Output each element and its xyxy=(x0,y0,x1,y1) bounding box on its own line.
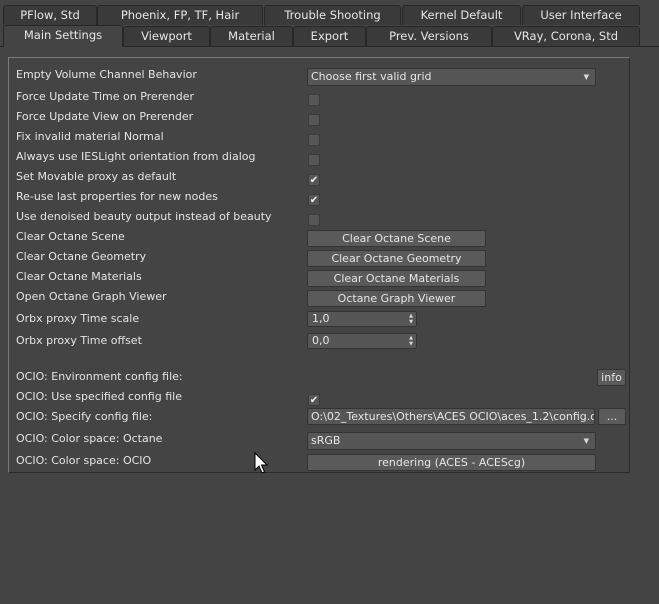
time-scale-value: 1,0 xyxy=(312,312,330,325)
tab-export[interactable]: Export xyxy=(293,26,366,46)
empty-volume-value: Choose first valid grid xyxy=(311,70,432,83)
reuse-props-checkbox[interactable]: ✔ xyxy=(308,194,320,206)
ies-light-checkbox[interactable] xyxy=(308,154,320,166)
force-update-time-checkbox[interactable] xyxy=(308,94,320,106)
chevron-down-icon: ▼ xyxy=(583,437,589,445)
tab-pflow-std[interactable]: PFlow, Std xyxy=(3,5,97,25)
time-scale-spinner[interactable]: 1,0 ▲ ▼ xyxy=(307,311,417,327)
ocio-specify-config-label: OCIO: Specify config file: xyxy=(16,410,153,423)
clear-geometry-button[interactable]: Clear Octane Geometry xyxy=(307,250,486,267)
tab-kernel-default[interactable]: Kernel Default xyxy=(402,5,521,25)
force-update-view-checkbox[interactable] xyxy=(308,114,320,126)
denoised-checkbox[interactable] xyxy=(308,214,320,226)
ocio-info-button[interactable]: info xyxy=(597,369,626,386)
fix-normal-label: Fix invalid material Normal xyxy=(16,130,164,143)
time-offset-label: Orbx proxy Time offset xyxy=(16,334,142,347)
clear-scene-button[interactable]: Clear Octane Scene xyxy=(307,230,486,247)
tab-vray-corona-std[interactable]: VRay, Corona, Std xyxy=(492,26,640,46)
tab-prev-versions[interactable]: Prev. Versions xyxy=(366,26,492,46)
time-offset-value: 0,0 xyxy=(312,334,330,347)
tab-trouble-shooting[interactable]: Trouble Shooting xyxy=(264,5,401,25)
denoised-label: Use denoised beauty output instead of be… xyxy=(16,210,272,223)
ocio-env-config-label: OCIO: Environment config file: xyxy=(16,370,183,383)
fix-normal-checkbox[interactable] xyxy=(308,134,320,146)
ocio-use-specified-checkbox[interactable]: ✔ xyxy=(308,394,320,406)
tab-user-interface[interactable]: User Interface xyxy=(522,5,640,25)
checkmark-icon: ✔ xyxy=(309,175,319,186)
force-update-time-label: Force Update Time on Prerender xyxy=(16,90,194,103)
checkmark-icon: ✔ xyxy=(309,395,319,406)
spinner-arrows-icon[interactable]: ▲ ▼ xyxy=(408,313,414,325)
ocio-color-octane-value: sRGB xyxy=(311,434,341,447)
tab-viewport[interactable]: Viewport xyxy=(123,26,210,46)
movable-proxy-label: Set Movable proxy as default xyxy=(16,170,177,183)
time-scale-label: Orbx proxy Time scale xyxy=(16,312,140,325)
checkmark-icon: ✔ xyxy=(309,195,319,206)
clear-materials-button[interactable]: Clear Octane Materials xyxy=(307,270,486,287)
empty-volume-dropdown[interactable]: Choose first valid grid ▼ xyxy=(307,68,596,86)
ocio-color-ocio-button[interactable]: rendering (ACES - ACEScg) xyxy=(307,454,596,471)
reuse-props-label: Re-use last properties for new nodes xyxy=(16,190,218,203)
mouse-pointer-icon xyxy=(254,452,268,474)
clear-geometry-label: Clear Octane Geometry xyxy=(16,250,147,263)
clear-materials-label: Clear Octane Materials xyxy=(16,270,142,283)
movable-proxy-checkbox[interactable]: ✔ xyxy=(308,174,320,186)
ocio-color-octane-label: OCIO: Color space: Octane xyxy=(16,432,163,445)
ocio-config-path-field[interactable]: O:\02_Textures\Others\ACES OCIO\aces_1.2… xyxy=(307,408,595,425)
graph-viewer-button[interactable]: Octane Graph Viewer xyxy=(307,290,486,307)
spinner-arrows-icon[interactable]: ▲ ▼ xyxy=(408,335,414,347)
ocio-use-specified-label: OCIO: Use specified config file xyxy=(16,390,182,403)
time-offset-spinner[interactable]: 0,0 ▲ ▼ xyxy=(307,333,417,349)
clear-scene-label: Clear Octane Scene xyxy=(16,230,125,243)
chevron-down-icon: ▼ xyxy=(583,73,589,81)
tab-main-settings[interactable]: Main Settings xyxy=(3,25,123,47)
tab-material[interactable]: Material xyxy=(210,26,293,46)
tab-phoenix[interactable]: Phoenix, FP, TF, Hair xyxy=(97,5,263,25)
ocio-browse-button[interactable]: ... xyxy=(598,408,626,425)
empty-volume-label: Empty Volume Channel Behavior xyxy=(16,68,197,81)
force-update-view-label: Force Update View on Prerender xyxy=(16,110,194,123)
ocio-color-ocio-label: OCIO: Color space: OCIO xyxy=(16,454,152,467)
ocio-color-octane-dropdown[interactable]: sRGB ▼ xyxy=(307,432,596,450)
graph-viewer-label: Open Octane Graph Viewer xyxy=(16,290,167,303)
ies-light-label: Always use IESLight orientation from dia… xyxy=(16,150,256,163)
